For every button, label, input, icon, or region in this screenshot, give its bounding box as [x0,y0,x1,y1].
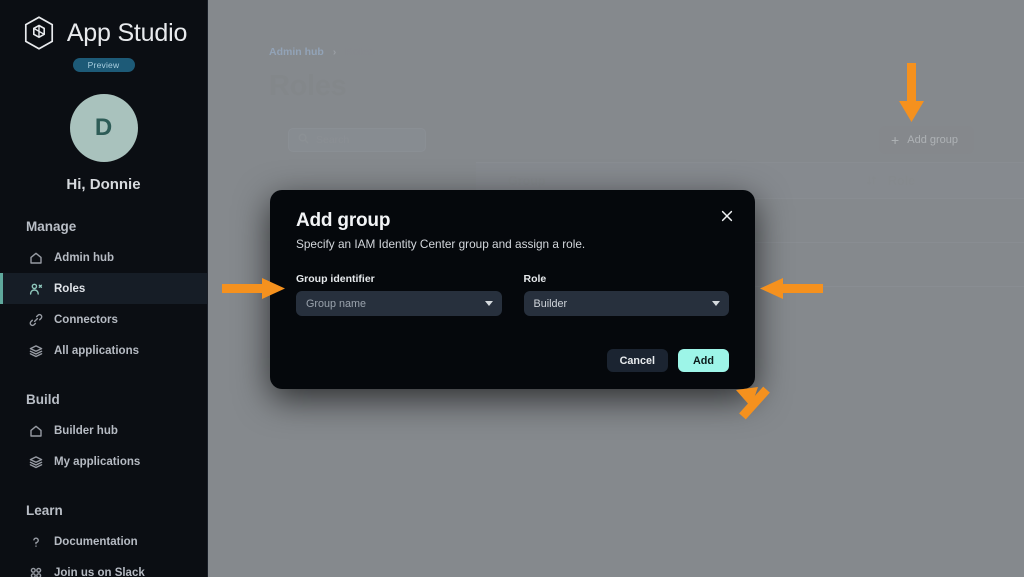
cancel-button[interactable]: Cancel [606,349,668,372]
search-input[interactable]: Search [288,128,426,152]
avatar-container: D [0,94,207,162]
sidebar-section-title: Manage [26,219,77,234]
field-label: Group identifier [296,273,375,285]
sidebar-item-label: Roles [54,282,86,295]
avatar[interactable]: D [69,94,138,162]
users-icon [29,282,43,296]
link-icon [29,313,43,327]
close-icon[interactable] [719,208,735,224]
brand-logo[interactable]: App Studio [0,0,207,52]
sidebar-section-learn: Learn Documentation Join us on Slack [0,503,207,577]
sidebar-item-label: Join us on Slack [54,566,145,577]
sidebar-item-roles[interactable]: Roles [0,273,207,304]
modal-subtitle: Specify an IAM Identity Center group and… [296,237,586,251]
sidebar: App Studio Preview D Hi, Donnie Manage A… [0,0,208,577]
home-icon [29,424,43,438]
sidebar-item-admin-hub[interactable]: Admin hub [0,242,207,273]
stack-icon [29,455,43,469]
sidebar-item-documentation[interactable]: Documentation [0,526,207,557]
modal-title: Add group [296,210,391,231]
question-icon [29,535,43,549]
sidebar-item-label: Connectors [54,313,118,326]
search-placeholder: Search [316,134,350,146]
home-icon [29,251,43,265]
add-button[interactable]: Add [678,349,729,372]
sidebar-section-manage: Manage Admin hub Roles Connectors All ap… [0,219,207,366]
column-header-role[interactable]: Role [888,174,1024,188]
user-greeting: Hi, Donnie [66,176,141,193]
add-group-button-label: Add group [907,134,958,146]
role-select[interactable]: Builder [523,291,729,316]
modal-fields: Group identifier Group name Role Builder [296,273,729,316]
search-icon [298,131,309,149]
chevron-down-icon [484,301,493,306]
plus-icon: + [891,132,900,148]
breadcrumb-separator: › [332,46,337,58]
page-title: Roles [269,70,347,102]
sidebar-item-label: Builder hub [54,424,118,437]
hexagon-cube-icon [20,14,58,52]
stack-icon [29,344,43,358]
slack-icon [29,566,43,577]
table-toolbar: Search + Add group [269,126,974,154]
field-label: Role [523,273,547,285]
chevron-down-icon [712,301,720,306]
breadcrumb: Admin hub › Roles [269,46,374,58]
breadcrumb-current: Roles [345,46,374,58]
group-identifier-value: Group name [306,297,367,310]
add-group-modal: Add group Specify an IAM Identity Center… [270,190,755,389]
preview-badge: Preview [72,58,135,72]
sidebar-item-label: My applications [54,455,141,468]
field-role: Role Builder [523,273,729,316]
sidebar-item-builder-hub[interactable]: Builder hub [0,415,207,446]
sidebar-item-join-us-on-slack[interactable]: Join us on Slack [0,557,207,577]
sidebar-item-label: Admin hub [54,251,115,264]
sidebar-item-all-applications[interactable]: All applications [0,335,207,366]
sidebar-item-connectors[interactable]: Connectors [0,304,207,335]
brand-name: App Studio [66,18,188,47]
sidebar-item-my-applications[interactable]: My applications [0,446,207,477]
sort-icon[interactable] [866,175,888,186]
sidebar-section-title: Learn [26,503,63,518]
role-value: Builder [533,297,568,310]
sidebar-section-build: Build Builder hub My applications [0,392,207,477]
column-header-group[interactable]: Group [476,174,866,188]
group-identifier-select[interactable]: Group name [296,291,502,316]
add-group-button[interactable]: + Add group [879,126,974,154]
app-window: App Studio Preview D Hi, Donnie Manage A… [0,0,1024,577]
field-group-identifier: Group identifier Group name [296,273,502,316]
sidebar-item-label: Documentation [54,535,138,548]
modal-actions: Cancel Add [606,349,729,372]
sidebar-section-title: Build [26,392,60,407]
sidebar-item-label: All applications [54,344,139,357]
breadcrumb-link-admin-hub[interactable]: Admin hub [269,46,324,58]
